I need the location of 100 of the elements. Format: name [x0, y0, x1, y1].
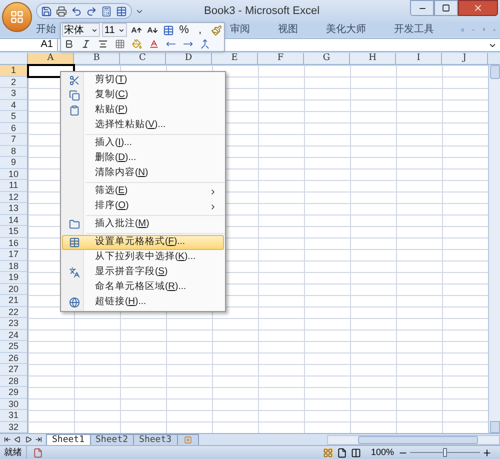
horizontal-scrollbar[interactable] [326, 434, 500, 444]
close-button[interactable] [458, 0, 498, 16]
column-header[interactable]: I [396, 53, 442, 64]
sheet-tab[interactable]: Sheet2 [90, 434, 134, 446]
row-header[interactable]: 3 [0, 88, 27, 100]
table-icon[interactable] [116, 6, 127, 16]
save-icon[interactable] [41, 6, 52, 16]
zoom-slider[interactable] [410, 448, 480, 458]
last-sheet-icon[interactable] [35, 436, 42, 443]
menu-item[interactable]: 从下拉列表中选择(K)... [62, 250, 224, 265]
borders-button[interactable] [113, 37, 127, 51]
row-header[interactable]: 19 [0, 272, 27, 284]
menu-item[interactable]: 设置单元格格式(F)... [62, 235, 224, 250]
column-header[interactable]: H [350, 53, 396, 64]
new-sheet-icon [184, 436, 192, 444]
comma-button[interactable]: , [193, 23, 207, 37]
row-header[interactable]: 11 [0, 180, 27, 192]
next-sheet-icon[interactable] [24, 436, 32, 443]
page-break-icon[interactable] [350, 448, 361, 458]
row-header[interactable]: 4 [0, 100, 27, 111]
row-header[interactable]: 28 [0, 376, 27, 387]
row-header[interactable]: 15 [0, 226, 27, 238]
menu-item[interactable]: 排序(O) [62, 199, 224, 214]
menu-item[interactable]: 超链接(H)... [62, 295, 224, 310]
menu-item[interactable]: 复制(C) [62, 88, 224, 103]
table-style-button[interactable] [161, 23, 175, 37]
row-header[interactable]: 29 [0, 387, 27, 398]
row-header[interactable]: 8 [0, 146, 27, 157]
row-header[interactable]: 21 [0, 295, 27, 306]
format-painter-button[interactable] [209, 23, 223, 37]
row-header[interactable]: 12 [0, 192, 27, 203]
page-layout-icon[interactable] [336, 448, 347, 458]
row-header[interactable]: 6 [0, 122, 27, 134]
menu-item[interactable]: 显示拼音字段(S) [62, 265, 224, 280]
row-header[interactable]: 26 [0, 352, 27, 364]
menu-item[interactable]: 清除内容(N) [62, 166, 224, 181]
status-text: 就绪 [0, 446, 27, 460]
percent-button[interactable]: % [177, 23, 191, 37]
language-icon [68, 267, 80, 278]
column-header[interactable]: C [120, 53, 166, 64]
font-dropdown[interactable]: 宋体 [62, 23, 100, 37]
row-header[interactable]: 1 [0, 65, 27, 76]
redo-icon[interactable] [86, 6, 97, 16]
brush-icon [210, 24, 222, 36]
zoom-level[interactable]: 100% [370, 446, 394, 460]
ribbon-tab[interactable]: 视图 [277, 24, 299, 36]
menu-item[interactable]: 删除(D)... [62, 151, 224, 166]
menu-item[interactable]: 粘贴(P) [62, 103, 224, 118]
first-sheet-icon[interactable] [4, 436, 11, 443]
column-header[interactable]: F [258, 53, 304, 64]
vertical-scrollbar[interactable] [488, 65, 500, 433]
expand-icon[interactable] [488, 41, 497, 50]
fill-color-button[interactable] [130, 37, 144, 51]
row-header[interactable]: 17 [0, 249, 27, 260]
sheet-tab[interactable]: Sheet1 [46, 434, 91, 446]
row-header[interactable]: 9 [0, 157, 27, 168]
previous-sheet-icon[interactable] [14, 436, 22, 443]
name-box[interactable]: A1 [0, 39, 58, 51]
menu-item[interactable]: 命名单元格区域(R)... [62, 280, 224, 295]
row-header[interactable]: 16 [0, 238, 27, 249]
row-header[interactable]: 5 [0, 111, 27, 122]
column-header[interactable]: G [304, 53, 350, 64]
column-header[interactable]: E [212, 53, 258, 64]
row-header[interactable]: 24 [0, 330, 27, 341]
ribbon-tab[interactable]: 开始 [35, 24, 57, 36]
row-header[interactable]: 31 [0, 410, 27, 422]
row-header[interactable]: 30 [0, 398, 27, 410]
row-header[interactable]: 18 [0, 260, 27, 272]
ribbon-tab[interactable]: 审阅 [229, 24, 251, 36]
font-size: 11 [104, 24, 115, 38]
printer-icon[interactable] [56, 6, 67, 16]
row-header[interactable]: 7 [0, 134, 27, 146]
calculator-icon[interactable] [101, 6, 112, 16]
sheet-tab[interactable]: Sheet3 [133, 434, 178, 446]
column-header[interactable]: A [28, 53, 74, 64]
office-button[interactable] [2, 2, 32, 32]
menu-item[interactable]: 剪切(T) [62, 73, 224, 88]
row-header[interactable]: 14 [0, 214, 27, 226]
menu-item[interactable]: 选择性粘贴(V)... [62, 118, 224, 133]
row-header[interactable]: 10 [0, 168, 27, 180]
row-header[interactable]: 22 [0, 306, 27, 318]
maximize-button[interactable] [434, 0, 458, 16]
menu-item[interactable]: 筛选(E) [62, 184, 224, 199]
ribbon-tab[interactable]: 开发工具 [393, 24, 435, 36]
macro-record-icon[interactable] [33, 448, 43, 458]
normal-view-icon[interactable] [322, 448, 333, 458]
undo-icon[interactable] [71, 6, 82, 16]
row-header[interactable]: 13 [0, 203, 27, 214]
menu-item[interactable]: 插入批注(M) [62, 217, 224, 232]
row-header[interactable]: 23 [0, 318, 27, 330]
column-header[interactable]: D [166, 53, 212, 64]
row-header[interactable]: 2 [0, 76, 27, 88]
size-dropdown[interactable]: 11 [102, 23, 127, 37]
row-header[interactable]: 25 [0, 341, 27, 352]
row-header[interactable]: 20 [0, 284, 27, 295]
menu-item[interactable]: 插入(I)... [62, 136, 224, 151]
row-header[interactable]: 27 [0, 364, 27, 376]
ribbon-tab[interactable]: 美化大师 [325, 24, 367, 36]
zoom-in-icon[interactable] [482, 448, 492, 458]
column-header[interactable]: B [74, 53, 120, 64]
